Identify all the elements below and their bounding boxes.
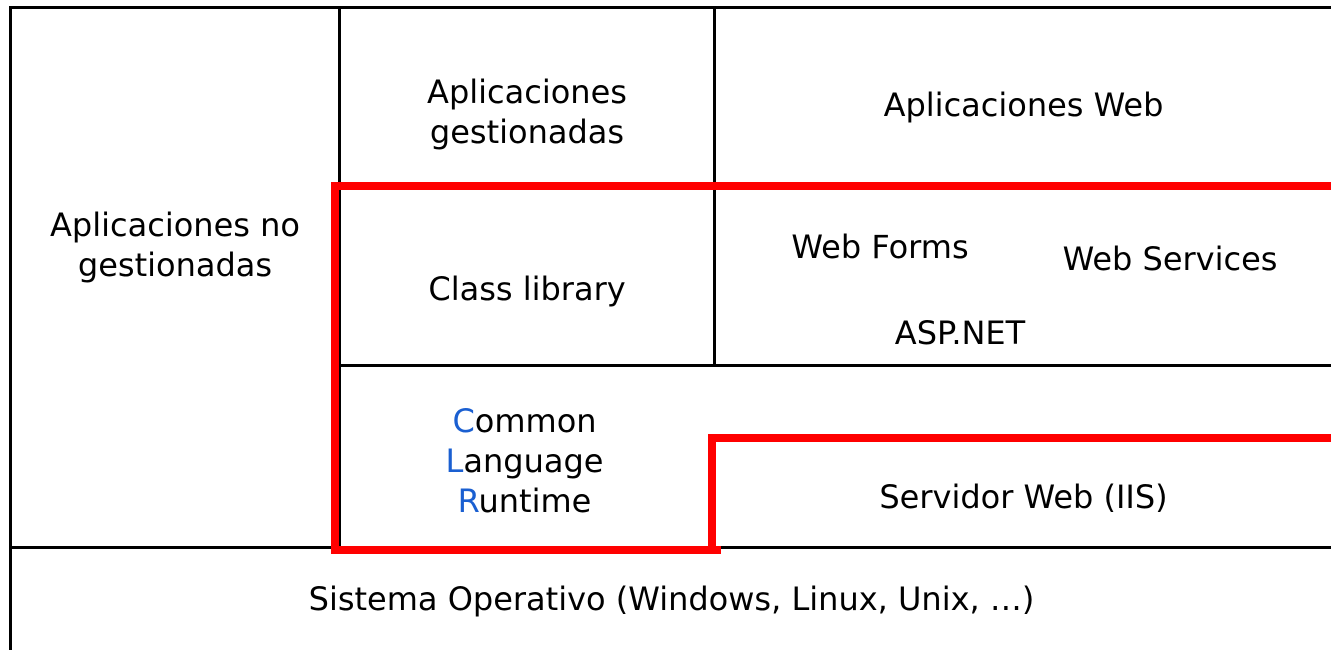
clr-rest-common: ommon bbox=[474, 402, 597, 440]
top-border bbox=[9, 6, 1331, 9]
clr-line-runtime: Runtime bbox=[458, 481, 592, 521]
clr-rest-runtime: untime bbox=[478, 482, 592, 520]
clr-initial-c: C bbox=[452, 402, 475, 440]
unmanaged-apps-line-2: gestionadas bbox=[77, 246, 273, 284]
web-server-label: Servidor Web (IIS) bbox=[879, 478, 1168, 516]
unmanaged-apps-label: Aplicaciones no gestionadas bbox=[12, 190, 338, 300]
web-apps-label: Aplicaciones Web bbox=[883, 86, 1164, 124]
clr-rest-language: anguage bbox=[463, 442, 604, 480]
clr-initial-r: R bbox=[457, 482, 479, 520]
managed-apps-label: Aplicaciones gestionadas bbox=[341, 62, 713, 162]
row-divider-middle bbox=[340, 364, 1331, 367]
web-forms-label: Web Forms bbox=[791, 228, 969, 266]
clr-line-common: Common bbox=[452, 401, 596, 441]
highlight-top bbox=[331, 182, 1331, 190]
managed-apps-line-1: Aplicaciones bbox=[427, 73, 627, 111]
highlight-bottom bbox=[331, 546, 721, 554]
class-library-label: Class library bbox=[428, 270, 626, 308]
managed-apps-line-2: gestionadas bbox=[429, 113, 625, 151]
outer-left-border bbox=[9, 6, 12, 650]
clr-line-language: Language bbox=[446, 441, 604, 481]
clr-label: Common Language Runtime bbox=[341, 386, 708, 536]
architecture-diagram: Aplicaciones no gestionadas Aplicaciones… bbox=[0, 0, 1331, 650]
os-label: Sistema Operativo (Windows, Linux, Unix,… bbox=[308, 580, 1035, 618]
clr-initial-l: L bbox=[445, 442, 464, 480]
highlight-step-vertical bbox=[708, 434, 716, 554]
highlight-step-horizontal bbox=[708, 434, 1331, 442]
web-services-label: Web Services bbox=[1062, 240, 1278, 278]
unmanaged-apps-line-1: Aplicaciones no bbox=[50, 206, 300, 244]
aspnet-label: ASP.NET bbox=[894, 314, 1026, 352]
